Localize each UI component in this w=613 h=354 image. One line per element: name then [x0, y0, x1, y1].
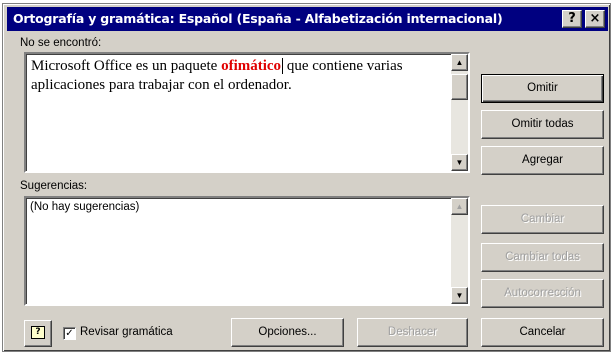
change-all-button[interactable]: Cambiar todas — [481, 243, 604, 272]
ignore-button[interactable]: Omitir — [481, 74, 604, 103]
grammar-check-label: Revisar gramática — [80, 326, 173, 338]
autocorrect-button[interactable]: Autocorrección — [481, 279, 604, 308]
not-found-scrollbar[interactable]: ▲ ▼ — [451, 54, 468, 171]
not-found-sentence[interactable]: Microsoft Office es un paquete ofimático… — [31, 57, 436, 95]
change-button-label: Cambiar — [520, 213, 565, 225]
cancel-button-label: Cancelar — [519, 326, 566, 338]
undo-button[interactable]: Deshacer — [357, 318, 468, 347]
suggestions-listbox[interactable]: (No hay sugerencias) ▲ ▼ — [24, 196, 470, 306]
change-all-button-label: Cambiar todas — [505, 251, 580, 263]
scroll-thumb[interactable] — [451, 74, 468, 100]
spelling-grammar-dialog: Ortografía y gramática: Español (España … — [2, 3, 611, 352]
change-button[interactable]: Cambiar — [481, 205, 604, 234]
autocorrect-button-label: Autocorrección — [504, 287, 581, 299]
not-found-textbox[interactable]: Microsoft Office es un paquete ofimático… — [24, 52, 470, 173]
sentence-before: Microsoft Office es un paquete — [31, 58, 222, 74]
add-button[interactable]: Agregar — [481, 146, 604, 175]
close-button[interactable]: × — [585, 10, 605, 28]
ignore-all-button-label: Omitir todas — [511, 118, 574, 130]
suggestion-item[interactable]: (No hay sugerencias) — [30, 201, 139, 213]
undo-button-label: Deshacer — [387, 326, 438, 338]
suggestions-label-text: Sugerencias: — [20, 180, 88, 192]
grammar-checkbox[interactable]: ✓ — [63, 327, 76, 340]
not-found-label-text: No se encontró: — [20, 37, 102, 49]
window-title: Ortografía y gramática: Español (España … — [13, 11, 503, 26]
help-button[interactable]: ? — [562, 10, 582, 28]
add-button-label: Agregar — [522, 154, 563, 166]
scroll-up-arrow-icon[interactable]: ▲ — [451, 54, 468, 71]
scroll-down-arrow-icon[interactable]: ▼ — [451, 287, 468, 304]
misspelled-word: ofimático — [221, 58, 284, 74]
options-button-label: Opciones... — [258, 326, 317, 338]
ignore-button-label: Omitir — [527, 82, 558, 94]
scroll-down-arrow-icon[interactable]: ▼ — [451, 154, 468, 171]
office-assistant-help-icon: ? — [31, 326, 45, 339]
office-assistant-button[interactable]: ? — [24, 320, 52, 347]
scroll-up-arrow-icon[interactable]: ▲ — [451, 198, 468, 215]
not-found-label: No se encontró: — [20, 37, 101, 49]
suggestions-label: Sugerencias: — [20, 180, 87, 192]
title-bar[interactable]: Ortografía y gramática: Español (España … — [7, 7, 608, 31]
cancel-button[interactable]: Cancelar — [481, 318, 604, 347]
options-button[interactable]: Opciones... — [231, 318, 344, 347]
suggestions-scrollbar[interactable]: ▲ ▼ — [451, 198, 468, 304]
ignore-all-button[interactable]: Omitir todas — [481, 110, 604, 139]
